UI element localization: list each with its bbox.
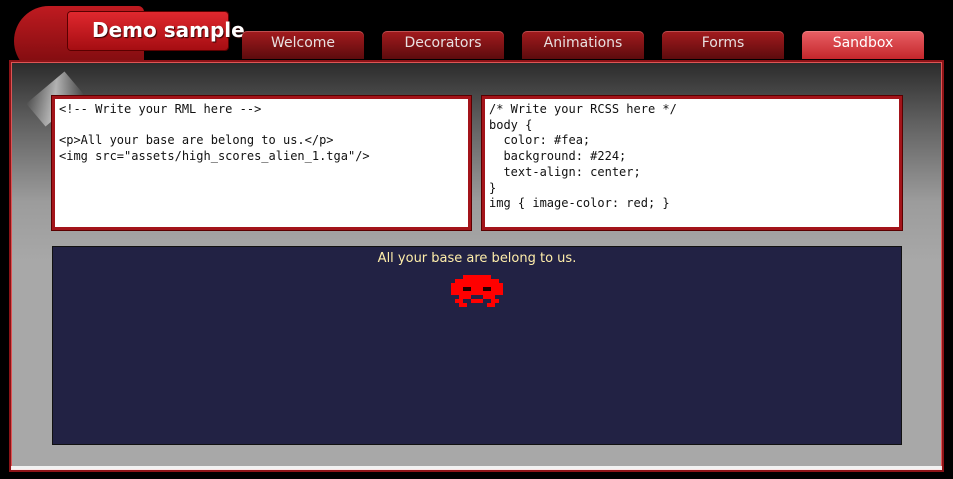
preview-area: All your base are belong to us. [52,246,902,445]
preview-text: All your base are belong to us. [377,251,577,266]
tab-welcome[interactable]: Welcome [242,31,364,59]
tab-sandbox[interactable]: Sandbox [802,31,924,59]
tab-decorators[interactable]: Decorators [382,31,504,59]
tab-animations[interactable]: Animations [522,31,644,59]
tab-forms[interactable]: Forms [662,31,784,59]
alien-icon [53,274,901,312]
app-title: Demo sample [92,18,245,42]
rcss-editor[interactable]: /* Write your RCSS here */ body { color:… [482,96,902,230]
rml-editor[interactable]: <!-- Write your RML here --> <p>All your… [52,96,471,230]
